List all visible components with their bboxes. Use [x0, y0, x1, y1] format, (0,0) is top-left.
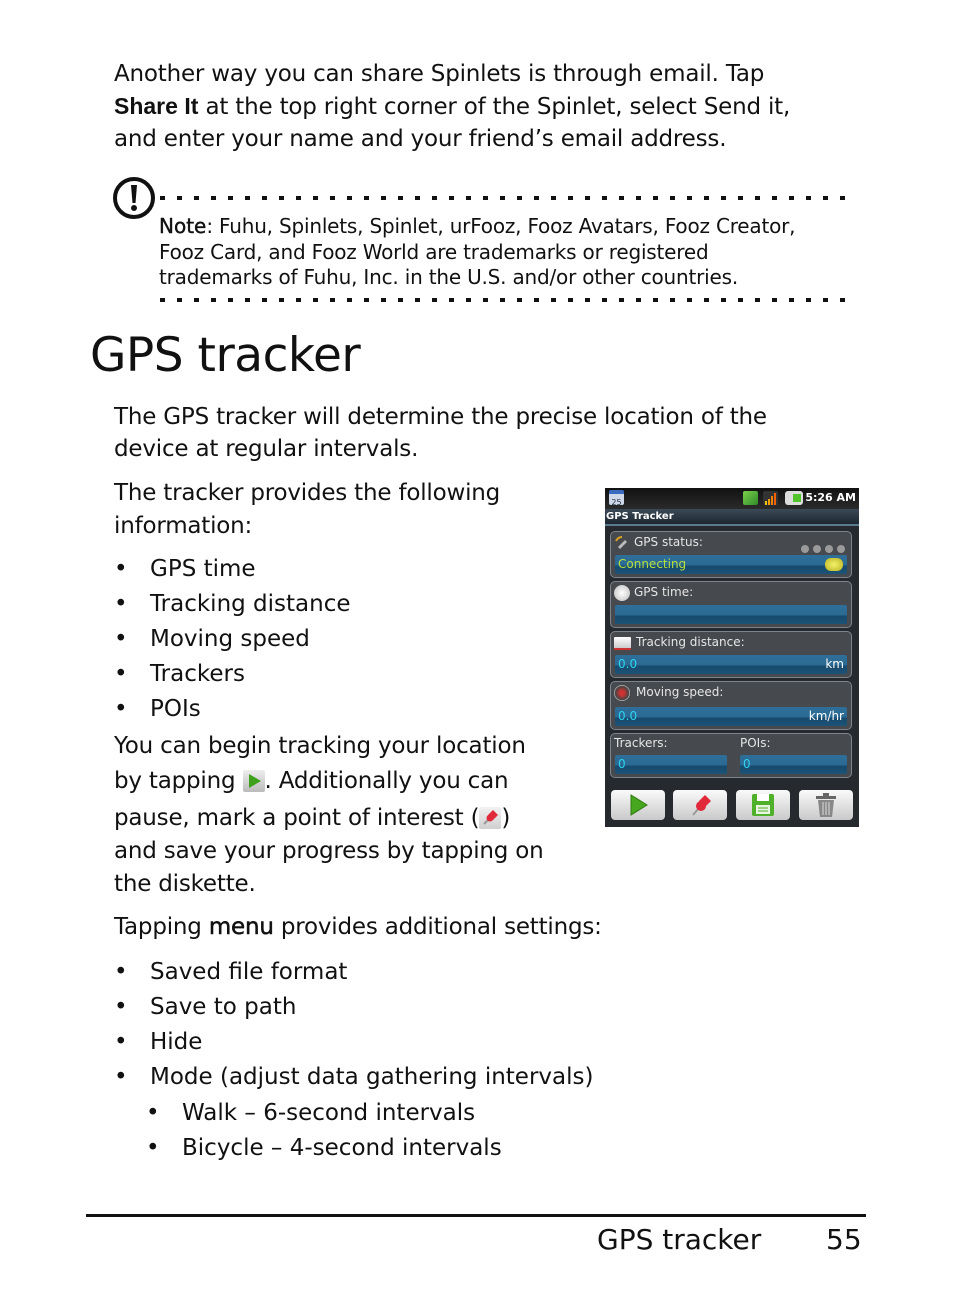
- moving-speed-panel: Moving speed: 0.0 km/hr: [610, 681, 852, 730]
- tracking-line-3: pause, mark a point of interest (): [114, 802, 584, 835]
- tracking-line-4: and save your progress by tapping on: [114, 838, 544, 864]
- note-line-2: Fooz Card, and Fooz World are trademarks…: [159, 239, 709, 264]
- tracking-line-3a: pause, mark a point of interest (: [114, 805, 480, 831]
- tracking-distance-field: 0.0 km: [615, 655, 847, 674]
- moving-speed-unit: km/hr: [808, 709, 844, 723]
- tracking-paragraph: You can begin tracking your location by …: [114, 730, 584, 901]
- calendar-icon: 25: [609, 490, 624, 507]
- intro-line-2-text: at the top right corner of the Spinlet, …: [198, 94, 791, 120]
- page-title: GPS tracker: [90, 328, 361, 383]
- pois-value: 0: [743, 757, 751, 771]
- tracking-line-2: by tapping . Additionally you can: [114, 765, 584, 798]
- gps-notification-icon: [743, 491, 758, 505]
- tracking-distance-panel: Tracking distance: 0.0 km: [610, 631, 852, 678]
- list-item: Mode (adjust data gathering intervals): [114, 1060, 593, 1095]
- delete-button[interactable]: [799, 790, 853, 820]
- exclamation-circle-icon: [112, 176, 156, 220]
- gps-status-value: Connecting: [618, 557, 687, 571]
- trackers-field: 0: [615, 755, 727, 774]
- list-item: Trackers: [114, 657, 351, 692]
- list-item: GPS time: [114, 552, 351, 587]
- intro-line-1: Another way you can share Spinlets is th…: [114, 61, 765, 87]
- description-line-1: The GPS tracker will determine the preci…: [114, 404, 767, 430]
- menu-paragraph: Tapping menu provides additional setting…: [114, 911, 602, 943]
- intro-paragraph: Another way you can share Spinlets is th…: [114, 58, 844, 155]
- note-top-divider: [160, 196, 855, 200]
- list-item: POIs: [114, 692, 351, 727]
- battery-icon: [785, 491, 803, 505]
- mark-poi-button[interactable]: [673, 790, 727, 820]
- pois-field: 0: [740, 755, 847, 774]
- satellite-icon: [614, 535, 630, 551]
- signal-icon: [763, 491, 778, 505]
- odometer-icon: [614, 637, 631, 650]
- tracking-distance-label: Tracking distance:: [636, 635, 745, 649]
- tracking-line-2b: . Additionally you can: [264, 768, 509, 794]
- note-line-1: Note: Fuhu, Spinlets, Spinlet, urFooz, F…: [159, 214, 859, 240]
- gps-time-panel: GPS time:: [610, 581, 852, 628]
- moving-speed-value: 0.0: [618, 709, 638, 723]
- tracking-line-1: You can begin tracking your location: [114, 733, 526, 759]
- save-button[interactable]: [736, 790, 790, 820]
- tracking-line-3b: ): [501, 805, 511, 831]
- note-line-3: trademarks of Fuhu, Inc. in the U.S. and…: [159, 265, 738, 289]
- trackers-label: Trackers:: [614, 736, 668, 750]
- gps-status-field: Connecting: [615, 555, 847, 574]
- footer-section-title: GPS tracker: [597, 1223, 762, 1256]
- note-bottom-divider: [160, 298, 855, 302]
- list-item: Moving speed: [114, 622, 351, 657]
- info-list: GPS time Tracking distance Moving speed …: [114, 552, 351, 727]
- menu-suffix: provides additional settings:: [273, 914, 602, 940]
- gps-tracker-screenshot: 25 5:26 AM GPS Tracker GPS status: Conne…: [605, 488, 859, 827]
- play-icon: [242, 770, 265, 792]
- pois-label: POIs:: [740, 736, 771, 750]
- list-item: Save to path: [114, 990, 593, 1025]
- info-intro: The tracker provides the following infor…: [114, 477, 574, 543]
- mode-list: Walk – 6-second intervals Bicycle – 4-se…: [146, 1096, 502, 1166]
- moving-speed-label: Moving speed:: [636, 685, 724, 699]
- list-item: Tracking distance: [114, 587, 351, 622]
- note-label: Note: [159, 214, 207, 238]
- trackers-value: 0: [618, 757, 626, 771]
- list-item: Hide: [114, 1025, 593, 1060]
- pushpin-icon: [479, 807, 502, 829]
- connecting-indicator-icon: [825, 558, 843, 571]
- tracking-distance-value: 0.0: [618, 657, 638, 671]
- intro-line-3: and enter your name and your friend’s em…: [114, 126, 727, 152]
- menu-prefix: Tapping: [114, 914, 209, 940]
- menu-settings-list: Saved file format Save to path Hide Mode…: [114, 955, 593, 1095]
- tracking-distance-unit: km: [825, 657, 844, 671]
- tracking-line-5: the diskette.: [114, 871, 256, 897]
- status-bar: 25 5:26 AM: [605, 488, 859, 509]
- app-title: GPS Tracker: [605, 509, 859, 526]
- footer-divider: [86, 1214, 866, 1217]
- gps-status-label: GPS status:: [634, 535, 703, 549]
- info-intro-line-2: information:: [114, 513, 253, 539]
- description-paragraph: The GPS tracker will determine the preci…: [114, 401, 844, 465]
- counters-panel: Trackers: POIs: 0 0: [610, 733, 852, 778]
- page-number: 55: [826, 1223, 862, 1256]
- list-item: Bicycle – 4-second intervals: [146, 1131, 502, 1166]
- moving-speed-field: 0.0 km/hr: [615, 707, 847, 726]
- share-it-term: Share It: [114, 93, 199, 119]
- status-time: 5:26 AM: [805, 491, 856, 504]
- note-line-1-text: : Fuhu, Spinlets, Spinlet, urFooz, Fooz …: [206, 214, 796, 238]
- description-line-2: device at regular intervals.: [114, 436, 419, 462]
- gps-status-panel: GPS status: Connecting: [610, 531, 852, 578]
- tracking-line-2a: by tapping: [114, 768, 243, 794]
- play-button[interactable]: [611, 790, 665, 820]
- menu-term: menu: [208, 914, 275, 941]
- list-item: Saved file format: [114, 955, 593, 990]
- gps-time-label: GPS time:: [634, 585, 694, 599]
- speedometer-icon: [614, 685, 630, 701]
- info-intro-line-1: The tracker provides the following: [114, 480, 501, 506]
- intro-line-2: Share It at the top right corner of the …: [114, 90, 844, 123]
- clock-icon: [614, 585, 630, 601]
- gps-time-field: [615, 605, 847, 624]
- list-item: Walk – 6-second intervals: [146, 1096, 502, 1131]
- note-text: Note: Fuhu, Spinlets, Spinlet, urFooz, F…: [159, 214, 859, 291]
